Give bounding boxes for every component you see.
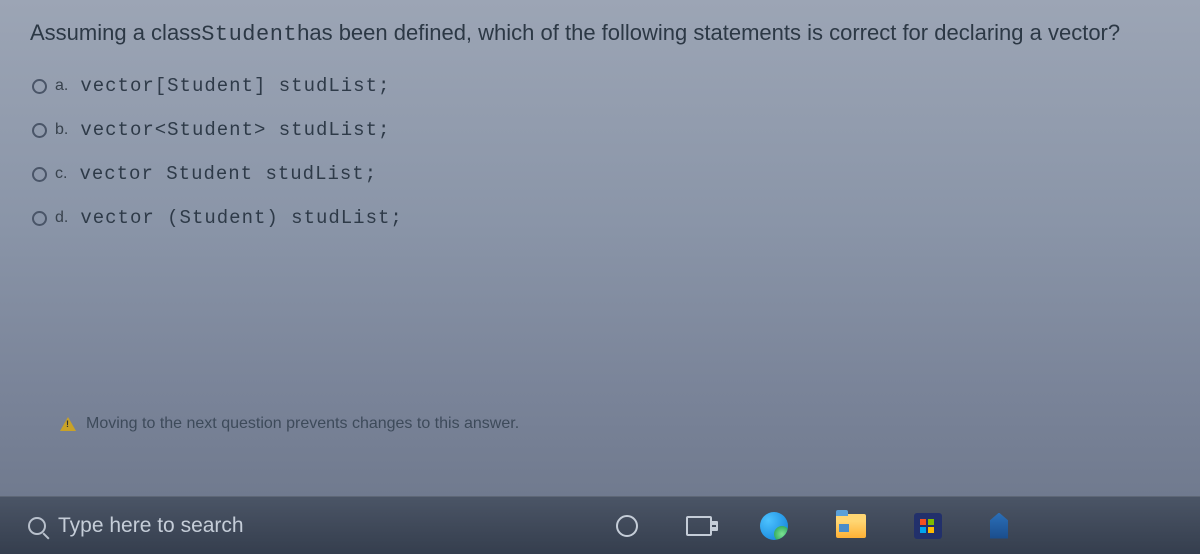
option-letter: b. [55, 121, 68, 139]
option-letter: d. [55, 209, 68, 227]
option-c[interactable]: c. vector Student studList; [32, 163, 1170, 185]
option-letter: c. [55, 165, 67, 183]
option-code: vector Student studList; [79, 163, 377, 185]
question-text: Assuming a classStudenthas been defined,… [30, 20, 1170, 47]
option-letter: a. [55, 77, 68, 95]
option-code: vector (Student) studList; [80, 207, 402, 229]
microsoft-store-icon[interactable] [914, 513, 942, 539]
taskview-icon[interactable] [686, 516, 712, 536]
app-icon[interactable] [990, 513, 1008, 539]
cortana-icon[interactable] [616, 515, 638, 537]
option-b[interactable]: b. vector<Student> studList; [32, 119, 1170, 141]
question-suffix: has been defined, which of the following… [297, 20, 1120, 45]
warning-text: Moving to the next question prevents cha… [86, 415, 519, 433]
radio-icon[interactable] [32, 79, 47, 94]
option-a[interactable]: a. vector[Student] studList; [32, 75, 1170, 97]
radio-icon[interactable] [32, 123, 47, 138]
option-d[interactable]: d. vector (Student) studList; [32, 207, 1170, 229]
edge-icon[interactable] [760, 512, 788, 540]
taskbar-icons [616, 512, 1008, 540]
radio-icon[interactable] [32, 167, 47, 182]
radio-icon[interactable] [32, 211, 47, 226]
quiz-content: Assuming a classStudenthas been defined,… [0, 0, 1200, 229]
warning-icon [60, 417, 76, 431]
file-explorer-icon[interactable] [836, 514, 866, 538]
option-code: vector<Student> studList; [80, 119, 390, 141]
options-list: a. vector[Student] studList; b. vector<S… [32, 75, 1170, 229]
search-placeholder: Type here to search [58, 514, 244, 538]
search-box[interactable]: Type here to search [16, 508, 496, 544]
search-icon [28, 517, 46, 535]
taskbar: Type here to search [0, 496, 1200, 554]
question-classname: Student [201, 22, 297, 47]
question-prefix: Assuming a class [30, 20, 201, 45]
warning-notice: Moving to the next question prevents cha… [60, 415, 519, 433]
option-code: vector[Student] studList; [80, 75, 390, 97]
